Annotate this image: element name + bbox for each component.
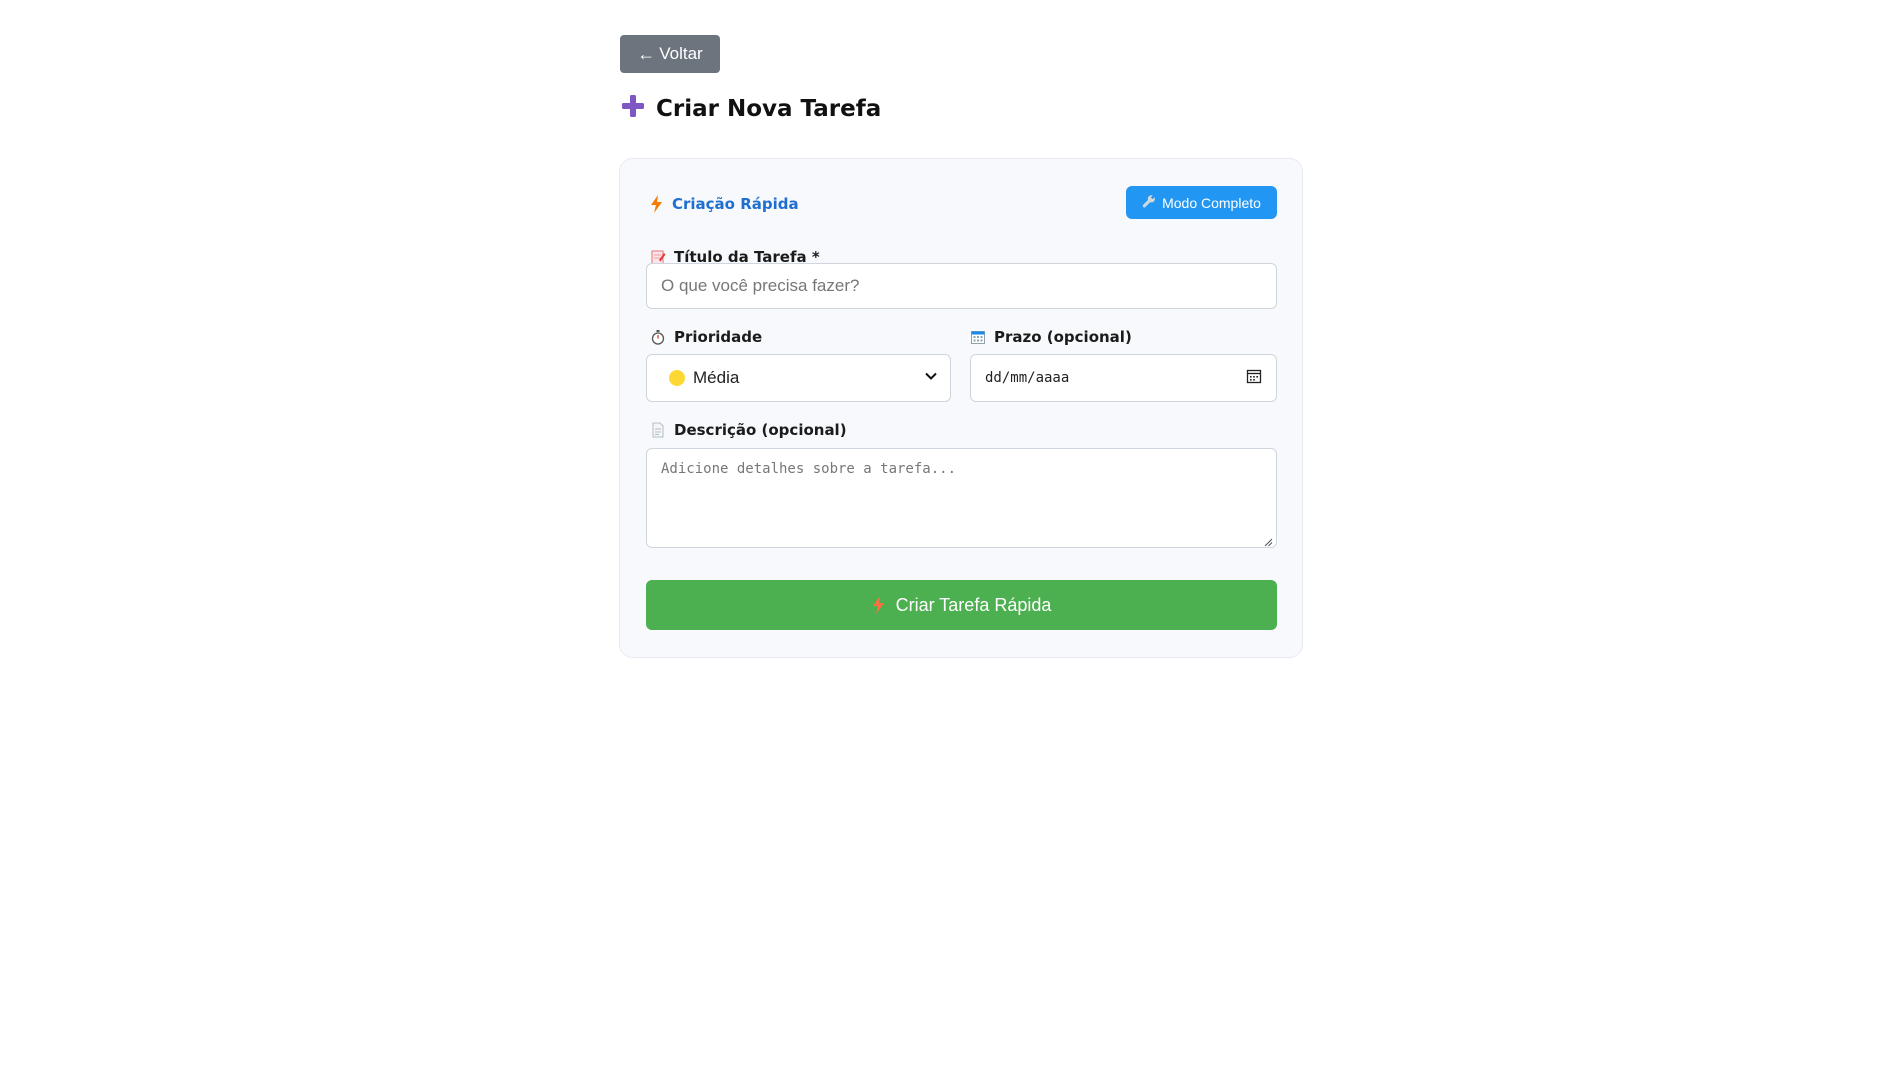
yellow-circle-icon — [669, 370, 685, 386]
create-quick-task-button-label: Criar Tarefa Rápida — [895, 594, 1052, 615]
create-quick-task-button[interactable]: Criar Tarefa Rápida — [646, 580, 1277, 630]
title-input[interactable] — [646, 263, 1277, 309]
arrow-left-icon: ← — [637, 43, 656, 64]
deadline-field-label-text: Prazo (opcional) — [994, 328, 1132, 346]
priority-field-label: Prioridade — [650, 326, 762, 348]
page-title-text: Criar Nova Tarefa — [656, 96, 882, 122]
calendar-picker-icon[interactable] — [1246, 368, 1262, 389]
quick-create-heading: Criação Rápida — [650, 191, 799, 217]
back-button-label: Voltar — [659, 44, 703, 63]
description-field-label: Descrição (opcional) — [650, 419, 847, 441]
full-mode-button-label: Modo Completo — [1162, 194, 1261, 211]
lightning-icon — [650, 195, 664, 213]
plus-icon — [620, 93, 646, 125]
description-textarea[interactable] — [646, 448, 1277, 548]
priority-select[interactable]: Média — [646, 354, 951, 402]
deadline-field-label: Prazo (opcional) — [970, 326, 1132, 348]
lightning-icon — [872, 596, 886, 614]
back-button[interactable]: ← Voltar — [620, 35, 720, 73]
resize-handle-icon[interactable] — [1263, 534, 1273, 547]
chevron-down-icon — [924, 369, 938, 388]
full-mode-button[interactable]: Modo Completo — [1126, 186, 1277, 219]
priority-field-label-text: Prioridade — [674, 328, 763, 346]
calendar-icon — [970, 329, 986, 345]
page-title: Criar Nova Tarefa — [620, 92, 881, 126]
stopwatch-icon — [650, 329, 666, 345]
priority-select-value: Média — [693, 368, 740, 387]
wrench-icon — [1142, 194, 1156, 211]
deadline-date-value: dd/mm/aaaa — [985, 370, 1070, 386]
description-field-label-text: Descrição (opcional) — [674, 421, 847, 439]
page-icon — [650, 422, 666, 438]
quick-create-label: Criação Rápida — [672, 195, 799, 213]
deadline-date-input[interactable]: dd/mm/aaaa — [970, 354, 1277, 402]
